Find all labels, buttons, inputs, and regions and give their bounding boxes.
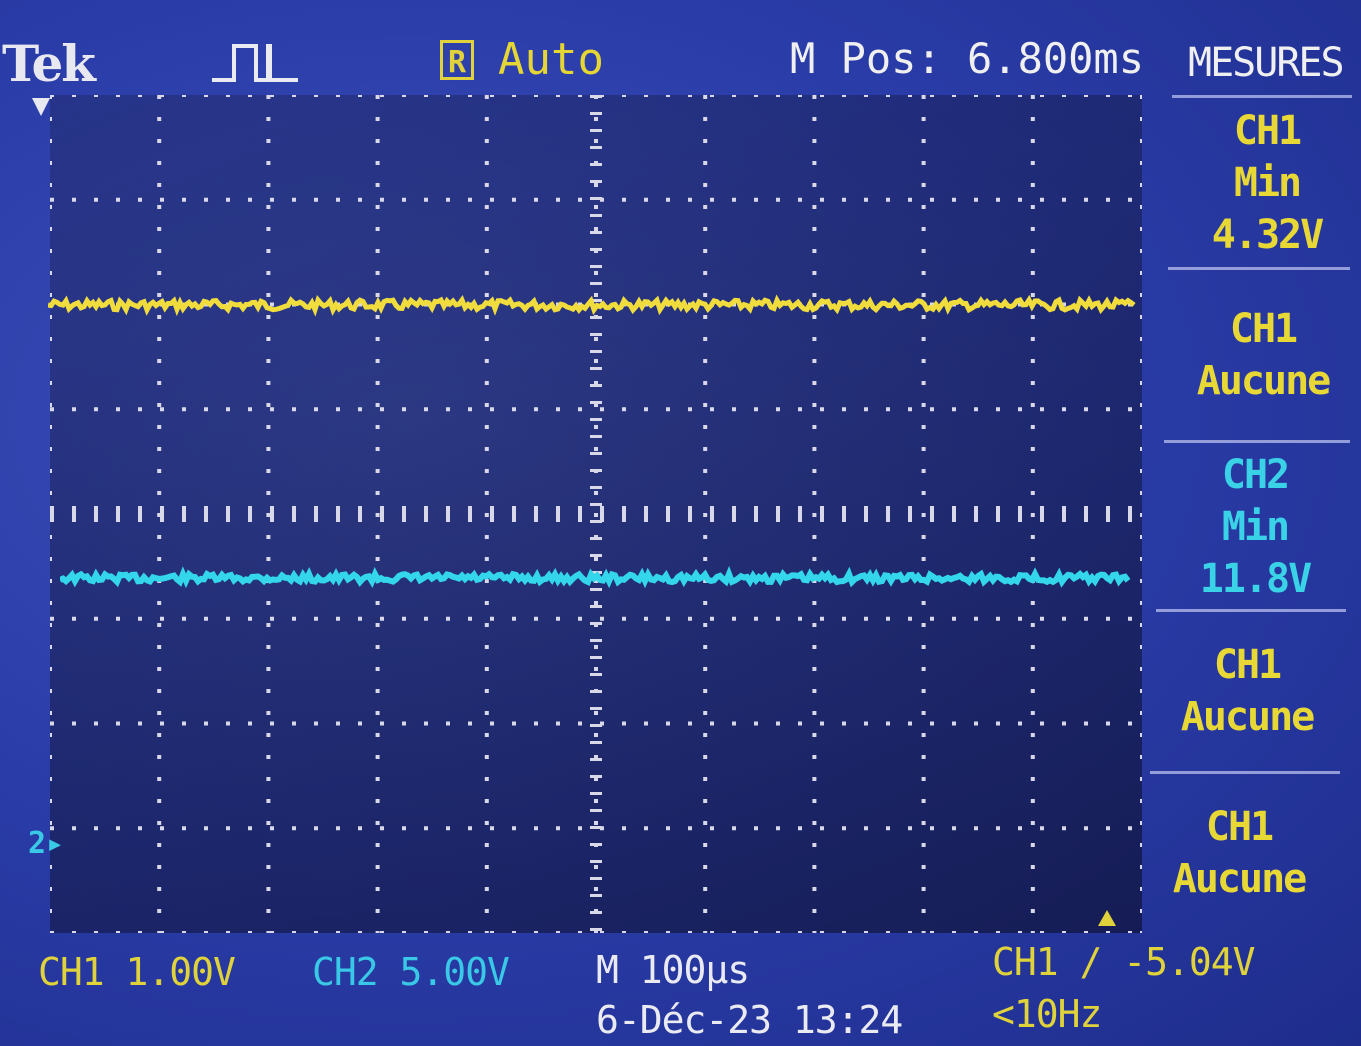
- measure-slot-5[interactable]: CH1 Aucune: [1144, 801, 1334, 905]
- menu-separator: [1150, 771, 1340, 774]
- measure-value: 4.32V: [1211, 212, 1324, 258]
- measure-menu: CH1 Min 4.32V CH1 Aucune CH2 Min 11.8V C…: [1150, 95, 1361, 945]
- oscilloscope-screen: Tek R Auto M Pos: 6.800ms MESURES 2▸ CH1…: [0, 0, 1361, 1046]
- menu-separator: [1164, 440, 1350, 443]
- measure-source: CH2: [1221, 452, 1290, 498]
- measure-type: Min: [1233, 160, 1302, 206]
- graticule-grid: [50, 95, 1142, 933]
- ch2-trace: [60, 565, 1131, 589]
- measure-slot-4[interactable]: CH1 Aucune: [1152, 639, 1342, 743]
- measure-type: Aucune: [1172, 856, 1308, 902]
- horizontal-position: M Pos: 6.800ms: [790, 34, 1145, 83]
- measure-source: CH1: [1205, 804, 1274, 850]
- measure-source: CH1: [1213, 642, 1282, 688]
- ch2-ground-marker: 2▸: [28, 826, 65, 861]
- status-footer: CH1 1.00V CH2 5.00V M 100µs 6-Déc-23 13:…: [0, 940, 1361, 1046]
- run-status-icon: R: [440, 40, 474, 80]
- measure-source: CH1: [1229, 306, 1298, 352]
- brand-logo: Tek: [2, 34, 96, 93]
- waveform-display: [50, 95, 1142, 933]
- trigger-readout: CH1 ∕ -5.04V: [992, 940, 1256, 984]
- measure-source: CH1: [1233, 108, 1302, 154]
- trigger-level-icon: [1098, 910, 1116, 926]
- menu-separator: [1168, 267, 1350, 270]
- menu-separator: [1172, 95, 1352, 98]
- date-time: 6-Déc-23 13:24: [596, 998, 903, 1042]
- frequency-readout: <10Hz: [992, 992, 1102, 1036]
- measure-slot-2[interactable]: CH1 Aucune: [1168, 303, 1358, 407]
- measure-type: Aucune: [1196, 358, 1332, 404]
- ch1-trace: [48, 294, 1136, 317]
- measure-slot-3[interactable]: CH2 Min 11.8V: [1160, 449, 1350, 605]
- menu-separator: [1156, 609, 1346, 612]
- measure-type: Min: [1221, 504, 1290, 550]
- measure-type: Aucune: [1180, 694, 1316, 740]
- timebase: M 100µs: [596, 948, 750, 992]
- trigger-pulse-icon: [212, 44, 298, 82]
- menu-title: MESURES: [1188, 40, 1345, 86]
- trigger-position-icon: [32, 98, 50, 116]
- measure-slot-1[interactable]: CH1 Min 4.32V: [1172, 105, 1361, 261]
- trigger-mode: Auto: [498, 34, 604, 85]
- ch2-scale: CH2 5.00V: [312, 950, 510, 994]
- status-bar: Tek R Auto M Pos: 6.800ms MESURES: [0, 0, 1361, 93]
- measure-value: 11.8V: [1199, 556, 1312, 602]
- ch1-scale: CH1 1.00V: [38, 950, 236, 994]
